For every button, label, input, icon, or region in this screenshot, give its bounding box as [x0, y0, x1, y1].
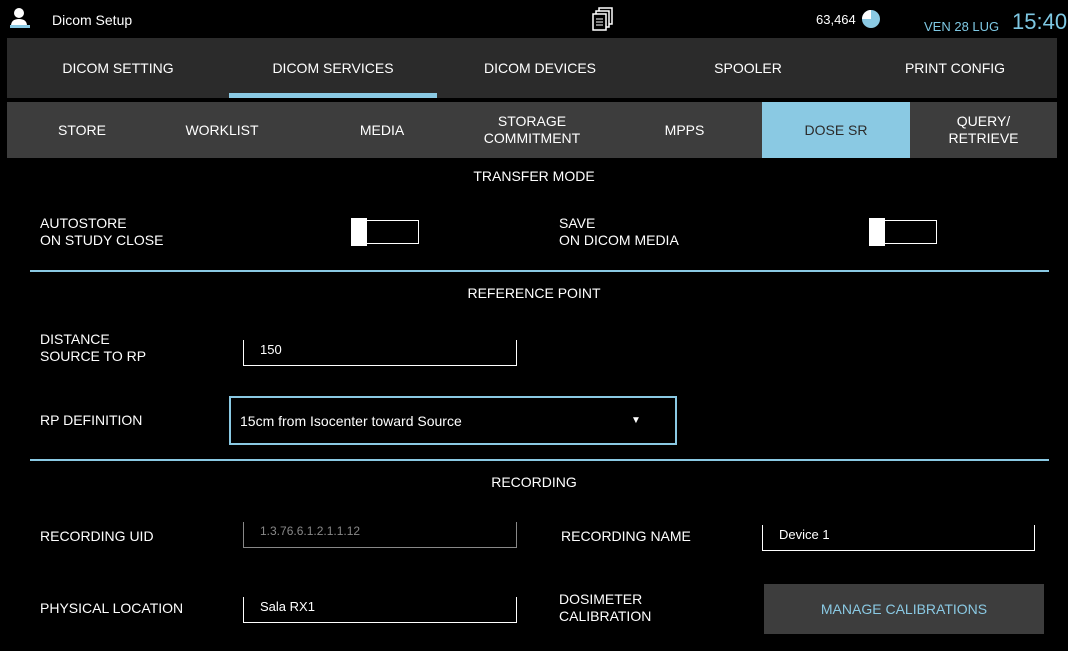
save-on-media-label: SAVE ON DICOM MEDIA: [559, 215, 679, 248]
copy-pages-icon[interactable]: [590, 6, 616, 32]
clock: 15:40: [1012, 9, 1068, 34]
dosimeter-calibration-label: DOSIMETER CALIBRATION: [559, 591, 652, 624]
title-bar: Dicom Setup 63,464 VEN 28 LUG 15:40: [0, 0, 1068, 38]
tab-dicom-devices[interactable]: DICOM DEVICES: [437, 38, 643, 98]
subtab-label: DOSE SR: [804, 121, 868, 138]
recording-uid-value: 1.3.76.6.1.2.1.1.12: [260, 524, 361, 538]
section-title-transfer-mode: TRANSFER MODE: [473, 168, 595, 184]
toggle-track: [363, 220, 419, 244]
subtab-label: MEDIA: [359, 121, 405, 138]
user-icon: [10, 8, 30, 28]
manage-calibrations-button[interactable]: MANAGE CALIBRATIONS: [764, 584, 1044, 634]
app-title: Dicom Setup: [52, 12, 133, 28]
distance-source-to-rp-input[interactable]: 150: [243, 340, 517, 366]
toggle-knob: [869, 218, 885, 246]
recording-name-input[interactable]: Device 1: [762, 525, 1035, 551]
section-title-reference-point: REFERENCE POINT: [467, 285, 601, 301]
caret-down-icon: ▼: [631, 415, 641, 426]
subtab-label: STORAGE COMMITMENT: [483, 113, 581, 146]
subtab-media[interactable]: MEDIA: [307, 102, 457, 158]
rp-definition-select[interactable]: 15cm from Isocenter toward Source ▼: [229, 396, 677, 445]
sub-tab-bar: STORE WORKLIST MEDIA STORAGE COMMITMENT …: [7, 102, 1057, 158]
main-tab-bar: DICOM SETTING DICOM SERVICES DICOM DEVIC…: [7, 38, 1057, 98]
recording-uid-input: 1.3.76.6.1.2.1.1.12: [243, 522, 517, 548]
subtab-storage-commitment[interactable]: STORAGE COMMITMENT: [457, 102, 607, 158]
autostore-toggle[interactable]: [351, 218, 419, 246]
tab-label: DICOM SERVICES: [272, 60, 394, 76]
toggle-knob: [351, 218, 367, 246]
subtab-mpps[interactable]: MPPS: [607, 102, 762, 158]
subtab-dose-sr[interactable]: DOSE SR: [762, 102, 910, 158]
rp-definition-label: RP DEFINITION: [40, 412, 143, 428]
tab-dicom-setting[interactable]: DICOM SETTING: [7, 38, 229, 98]
tab-label: DICOM DEVICES: [483, 60, 596, 76]
tab-dicom-services[interactable]: DICOM SERVICES: [229, 38, 437, 98]
subtab-label: WORKLIST: [185, 121, 259, 138]
physical-location-value: Sala RX1: [260, 599, 315, 614]
disk-usage-icon: [862, 10, 880, 28]
section-title-recording: RECORDING: [491, 474, 577, 490]
physical-location-input[interactable]: Sala RX1: [243, 597, 517, 623]
subtab-worklist[interactable]: WORKLIST: [157, 102, 307, 158]
subtab-store[interactable]: STORE: [7, 102, 157, 158]
date-label: VEN 28 LUG: [924, 19, 1000, 34]
tab-print-config[interactable]: PRINT CONFIG: [853, 38, 1057, 98]
subtab-query-retrieve[interactable]: QUERY/ RETRIEVE: [910, 102, 1057, 158]
save-on-media-toggle[interactable]: [869, 218, 937, 246]
section-divider: [30, 459, 1049, 461]
distance-value: 150: [260, 342, 282, 357]
subtab-label: QUERY/ RETRIEVE: [948, 113, 1019, 146]
recording-name-value: Device 1: [779, 527, 830, 542]
recording-name-label: RECORDING NAME: [561, 528, 691, 544]
physical-location-label: PHYSICAL LOCATION: [40, 600, 184, 616]
image-counter: 63,464: [816, 12, 856, 27]
subtab-label: STORE: [58, 121, 106, 138]
toggle-track: [881, 220, 937, 244]
recording-uid-label: RECORDING UID: [40, 528, 154, 544]
tab-label: DICOM SETTING: [62, 60, 174, 76]
active-tab-indicator: [229, 93, 437, 98]
rp-definition-value: 15cm from Isocenter toward Source: [240, 413, 462, 429]
tab-spooler[interactable]: SPOOLER: [643, 38, 853, 98]
distance-label: DISTANCE SOURCE TO RP: [40, 331, 147, 364]
tab-label: PRINT CONFIG: [904, 60, 1006, 76]
section-divider: [30, 270, 1049, 272]
subtab-label: MPPS: [664, 121, 705, 138]
tab-label: SPOOLER: [714, 60, 782, 76]
autostore-label: AUTOSTORE ON STUDY CLOSE: [40, 215, 164, 248]
